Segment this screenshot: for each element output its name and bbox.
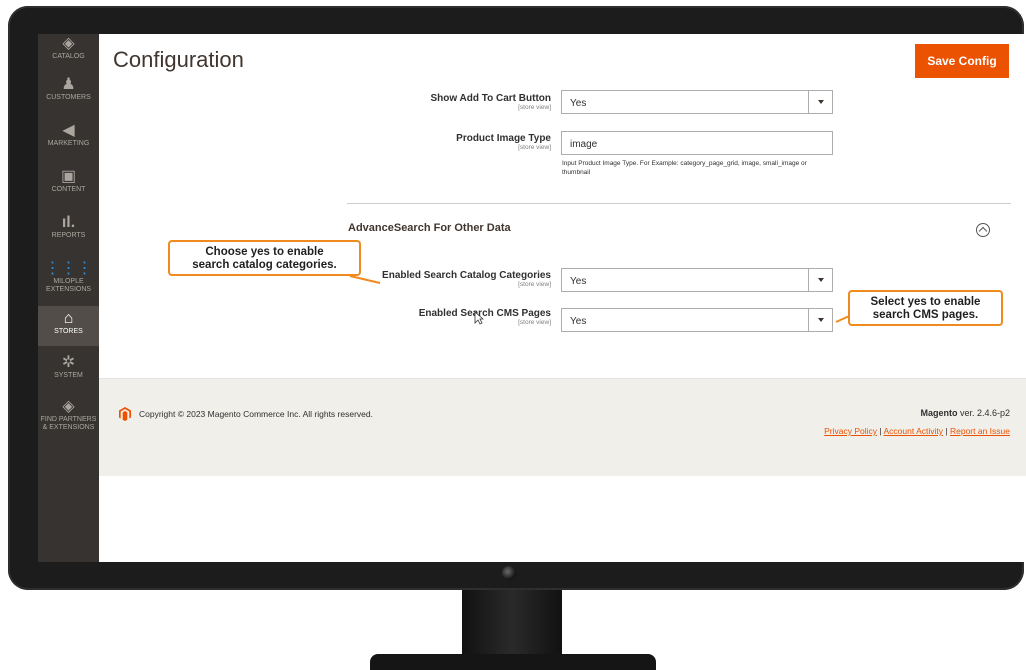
page-footer: Copyright © 2023 Magento Commerce Inc. A… [99,378,1026,476]
input-value: image [570,139,598,150]
nav-label-line2: & EXTENSIONS [42,424,95,431]
version-number: ver. 2.4.6-p2 [957,408,1010,418]
layout-icon: ▣ [60,168,77,185]
image-type-note: Input Product Image Type. For Example: c… [562,160,807,176]
field-label: Show Add To Cart Button [430,93,551,104]
cube-icon: ◈ [62,398,75,415]
nav-marketing[interactable]: ◀ MARKETING [38,122,99,156]
nav-customers[interactable]: ♟ CUSTOMERS [38,76,99,110]
nav-label: FIND PARTNERS [40,416,97,423]
callout-line: search CMS pages. [872,309,979,321]
chevron-down-icon [808,309,832,331]
privacy-policy-link[interactable]: Privacy Policy [824,426,877,436]
nav-find-partners[interactable]: ◈ FIND PARTNERS & EXTENSIONS [38,398,99,442]
callout-line: search catalog categories. [192,259,337,271]
nav-system[interactable]: ✲ SYSTEM [38,354,99,388]
search-categories-label: Enabled Search Catalog Categories [store… [331,270,551,288]
cube-icon: ◈ [62,35,75,52]
monitor-base [370,654,656,670]
nav-label: CATALOG [52,53,85,60]
nav-label: REPORTS [51,232,86,239]
chevron-up-icon[interactable] [976,223,990,237]
chevron-down-icon [808,91,832,113]
field-scope: [store view] [518,319,551,326]
nav-label: MARKETING [47,140,90,147]
brand-name: Magento [920,408,958,418]
search-categories-select[interactable]: Yes [561,268,833,292]
section-divider [347,203,1011,204]
nav-label: STORES [54,328,83,335]
link-separator: | [943,426,950,436]
select-value: Yes [570,276,587,287]
cms-callout: Select yes to enable search CMS pages. [848,290,1003,326]
person-icon: ♟ [61,76,76,93]
field-scope: [store view] [518,104,551,111]
monitor-stand [462,590,562,658]
field-label: Product Image Type [456,133,551,144]
nav-reports[interactable]: ıl. REPORTS [38,214,99,248]
nav-catalog[interactable]: ◈ CATALOG [38,34,99,64]
search-cms-label: Enabled Search CMS Pages [store view] [331,308,551,326]
report-issue-link[interactable]: Report an Issue [950,426,1010,436]
nav-content[interactable]: ▣ CONTENT [38,168,99,202]
grid-icon: ⋮⋮⋮ [44,260,93,277]
categories-callout: Choose yes to enable search catalog cate… [168,240,361,276]
gear-icon: ✲ [61,354,76,371]
field-label: Enabled Search Catalog Categories [382,270,551,281]
image-type-label: Product Image Type [store view] [331,133,551,151]
section-title[interactable]: AdvanceSearch For Other Data [348,222,511,234]
nav-label-line2: EXTENSIONS [45,286,92,293]
nav-label: CONTENT [51,186,86,193]
store-icon: ⌂ [63,310,74,327]
field-label: Enabled Search CMS Pages [418,308,551,319]
select-value: Yes [570,316,587,327]
add-to-cart-label: Show Add To Cart Button [store view] [331,93,551,111]
search-cms-select[interactable]: Yes [561,308,833,332]
footer-links: Privacy Policy | Account Activity | Repo… [824,426,1010,436]
webcam [502,566,516,580]
add-to-cart-select[interactable]: Yes [561,90,833,114]
account-activity-link[interactable]: Account Activity [884,426,944,436]
magento-logo-icon [119,407,131,421]
chevron-down-icon [808,269,832,291]
nav-label: CUSTOMERS [46,94,91,101]
bar-chart-icon: ıl. [61,214,76,231]
page-title: Configuration [113,47,244,72]
copyright-text: Copyright © 2023 Magento Commerce Inc. A… [139,409,373,419]
nav-label: SYSTEM [54,372,83,379]
nav-stores[interactable]: ⌂ STORES [38,306,99,346]
mouse-cursor-icon [474,311,484,325]
callout-line: Choose yes to enable [205,246,324,258]
save-config-button[interactable]: Save Config [915,44,1009,78]
image-type-input[interactable]: image [561,131,833,155]
field-scope: [store view] [518,144,551,151]
nav-milople-extensions[interactable]: ⋮⋮⋮ MILOPLE EXTENSIONS [38,260,99,304]
megaphone-icon: ◀ [62,122,75,139]
callout-line: Select yes to enable [870,296,981,308]
field-scope: [store view] [518,281,551,288]
version-text: Magento ver. 2.4.6-p2 [920,408,1010,418]
select-value: Yes [570,98,587,109]
nav-label: MILOPLE [53,278,84,285]
admin-sidebar: ◈ CATALOG ♟ CUSTOMERS ◀ MARKETING ▣ CONT… [38,34,99,562]
